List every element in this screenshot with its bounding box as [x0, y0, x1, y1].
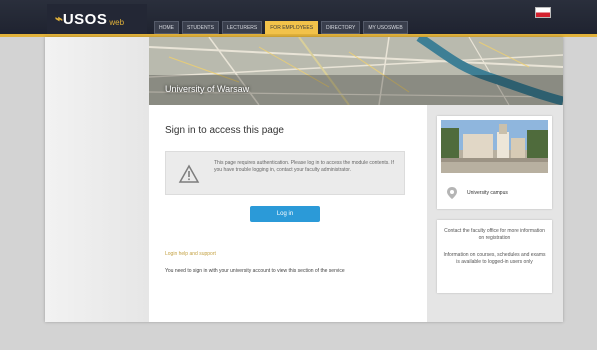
logo-text: USOS	[62, 10, 108, 28]
right-sidebar: University campus Contact the faculty of…	[427, 105, 563, 322]
left-sidebar	[45, 37, 149, 322]
logo-mark-icon: ⌁	[55, 11, 63, 26]
info-line: You need to sign in with your university…	[165, 268, 345, 274]
tab-directory[interactable]: DIRECTORY	[321, 21, 361, 34]
location-pin-icon	[447, 187, 457, 199]
info-card: Contact the faculty office for more info…	[437, 220, 552, 293]
auth-notice: This page requires authentication. Pleas…	[165, 151, 405, 195]
main-tabs: HOME STUDENTS LECTURERS FOR EMPLOYEES DI…	[154, 21, 408, 34]
campus-card: University campus	[437, 116, 552, 209]
map-background	[149, 37, 563, 105]
logo-subtext: web	[109, 17, 125, 27]
page-frame: University of Warsaw Sign in to access t…	[45, 37, 563, 322]
help-link[interactable]: Login help and support	[165, 251, 216, 257]
flag-pl-icon[interactable]	[535, 7, 551, 18]
banner-title: University of Warsaw	[165, 84, 250, 94]
tab-for-employees[interactable]: FOR EMPLOYEES	[265, 21, 319, 34]
notice-text: This page requires authentication. Pleas…	[214, 160, 394, 173]
tab-home[interactable]: HOME	[154, 21, 179, 34]
tab-lecturers[interactable]: LECTURERS	[221, 21, 263, 34]
page-title: Sign in to access this page	[165, 125, 284, 136]
tab-my-usosweb[interactable]: MY USOSWEB	[363, 21, 408, 34]
info-card-text-1: Contact the faculty office for more info…	[444, 228, 545, 241]
login-button[interactable]: Log in	[250, 206, 320, 222]
tab-students[interactable]: STUDENTS	[182, 21, 219, 34]
info-card-text-2: Information on courses, schedules and ex…	[443, 252, 546, 265]
main-content: Sign in to access this page This page re…	[149, 105, 427, 322]
banner-map: University of Warsaw	[149, 37, 563, 105]
warning-triangle-icon	[178, 164, 200, 183]
top-navigation-bar: ⌁ USOS web HOME STUDENTS LECTURERS FOR E…	[0, 0, 597, 37]
campus-photo	[441, 120, 548, 173]
campus-caption[interactable]: University campus	[467, 190, 508, 196]
usosweb-logo[interactable]: ⌁ USOS web	[47, 4, 147, 34]
